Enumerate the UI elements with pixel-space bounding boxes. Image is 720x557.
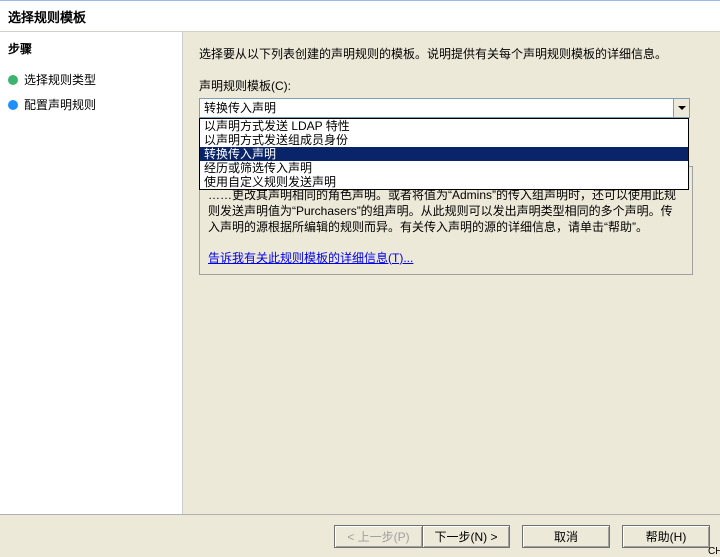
dropdown-item-transform-incoming[interactable]: 转换传入声明 xyxy=(200,147,688,161)
combobox-dropdown-button[interactable] xyxy=(673,98,690,118)
dropdown-item-group-membership[interactable]: 以声明方式发送组成员身份 xyxy=(200,133,688,147)
step-label: 选择规则类型 xyxy=(24,71,96,88)
wizard-window: 选择规则模板 步骤 选择规则类型 配置声明规则 选择要从以下列表创建的声明规则的… xyxy=(0,0,720,557)
more-info-link[interactable]: 告诉我有关此规则模板的详细信息(T)... xyxy=(208,250,684,266)
dropdown-item-ldap[interactable]: 以声明方式发送 LDAP 特性 xyxy=(200,119,688,133)
nav-button-pair: < 上一步(P) 下一步(N) > xyxy=(334,525,510,548)
step-configure-claim-rule[interactable]: 配置声明规则 xyxy=(6,96,176,113)
chevron-down-icon xyxy=(678,106,686,110)
template-dropdown-list: 以声明方式发送 LDAP 特性 以声明方式发送组成员身份 转换传入声明 经历或筛… xyxy=(199,118,689,190)
step-select-rule-type[interactable]: 选择规则类型 xyxy=(6,71,176,88)
back-button[interactable]: < 上一步(P) xyxy=(334,525,422,548)
template-combobox[interactable]: 转换传入声明 xyxy=(199,98,689,118)
next-button[interactable]: 下一步(N) > xyxy=(422,525,510,548)
main-panel: 选择要从以下列表创建的声明规则的模板。说明提供有关每个声明规则模板的详细信息。 … xyxy=(183,32,720,515)
wizard-footer: < 上一步(P) 下一步(N) > 取消 帮助(H) xyxy=(0,514,720,557)
dropdown-item-passthrough-filter[interactable]: 经历或筛选传入声明 xyxy=(200,161,688,175)
help-button[interactable]: 帮助(H) xyxy=(622,525,710,548)
wizard-body: 步骤 选择规则类型 配置声明规则 选择要从以下列表创建的声明规则的模板。说明提供… xyxy=(0,32,720,515)
cancel-button[interactable]: 取消 xyxy=(522,525,610,548)
steps-sidebar: 步骤 选择规则类型 配置声明规则 xyxy=(0,32,183,515)
step-done-icon xyxy=(8,75,18,85)
step-label: 配置声明规则 xyxy=(24,96,96,113)
dropdown-item-custom-rule[interactable]: 使用自定义规则发送声明 xyxy=(200,175,688,189)
steps-heading: 步骤 xyxy=(8,40,176,57)
combobox-value: 转换传入声明 xyxy=(200,99,689,116)
template-label: 声明规则模板(C): xyxy=(199,77,704,94)
template-description-text: ……更改其声明相同的角色声明。或者将值为“Admins”的传入组声明时，还可以使… xyxy=(208,187,684,236)
title-bar: 选择规则模板 xyxy=(0,1,720,32)
step-active-icon xyxy=(8,100,18,110)
template-combo-wrap: 转换传入声明 以声明方式发送 LDAP 特性 以声明方式发送组成员身份 转换传入… xyxy=(199,98,689,118)
wizard-title: 选择规则模板 xyxy=(8,7,86,26)
instruction-text: 选择要从以下列表创建的声明规则的模板。说明提供有关每个声明规则模板的详细信息。 xyxy=(199,46,704,63)
